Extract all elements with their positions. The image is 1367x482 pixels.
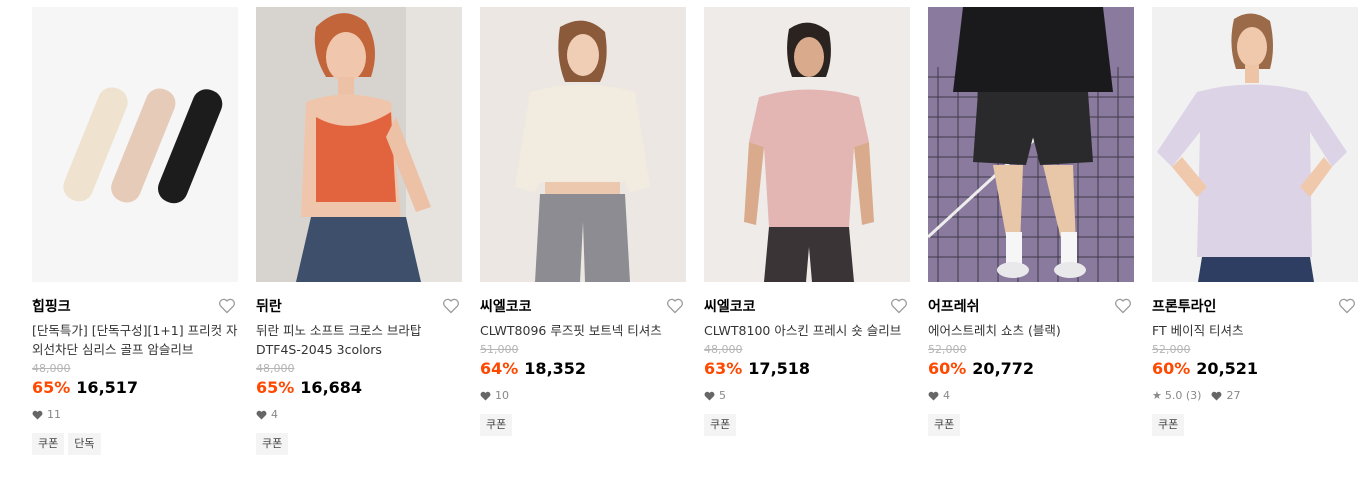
- price-row: 65% 16,517: [32, 377, 238, 399]
- like-heart-icon: [704, 391, 715, 401]
- price-row: 64% 18,352: [480, 358, 686, 380]
- tag-coupon: 쿠폰: [32, 433, 65, 455]
- price-row: 60% 20,521: [1152, 358, 1358, 380]
- brand-name[interactable]: 프론투라인: [1152, 299, 1216, 315]
- wishlist-heart-icon[interactable]: [666, 298, 684, 314]
- review-count: (3): [1185, 389, 1202, 402]
- rating-score: 5.0: [1164, 389, 1183, 402]
- like-heart-icon: [256, 410, 267, 420]
- star-icon: ★: [1152, 389, 1162, 402]
- product-name[interactable]: CLWT8096 루즈핏 보트넥 티셔츠: [480, 321, 686, 340]
- product-name[interactable]: CLWT8100 아스킨 프레시 숏 슬리브: [704, 321, 910, 340]
- product-meta: 5: [704, 388, 910, 404]
- sale-price: 20,521: [1196, 359, 1259, 378]
- product-name[interactable]: [단독특가] [단독구성][1+1] 프리컷 자외선차단 심리스 골프 암슬리브: [32, 321, 238, 359]
- wishlist-heart-icon[interactable]: [442, 298, 460, 314]
- product-name[interactable]: 뒤란 피노 소프트 크로스 브라탑 DTF4S-2045 3colors: [256, 321, 462, 359]
- original-price: 52,000: [928, 343, 967, 356]
- tag-list: 쿠폰: [704, 414, 910, 436]
- discount-rate: 64%: [480, 359, 519, 378]
- like-count: 27: [1226, 389, 1241, 402]
- discount-rate: 63%: [704, 359, 743, 378]
- wishlist-heart-icon[interactable]: [1114, 298, 1132, 314]
- discount-rate: 65%: [256, 378, 295, 397]
- like-count: 4: [271, 408, 278, 421]
- brand-name[interactable]: 씨엘코코: [480, 299, 532, 315]
- product-grid: 힙핑크 [단독특가] [단독구성][1+1] 프리컷 자외선차단 심리스 골프 …: [0, 0, 1367, 482]
- tag-list: 쿠폰: [1152, 414, 1358, 436]
- product-image[interactable]: [704, 7, 910, 282]
- sale-price: 17,518: [748, 359, 811, 378]
- price-row: 65% 16,684: [256, 377, 462, 399]
- tag-coupon: 쿠폰: [1152, 414, 1185, 436]
- product-card[interactable]: 뒤란 뒤란 피노 소프트 크로스 브라탑 DTF4S-2045 3colors …: [256, 7, 462, 455]
- product-image[interactable]: [32, 7, 238, 282]
- brand-name[interactable]: 어프레쉬: [928, 299, 980, 315]
- product-meta: 11: [32, 407, 238, 423]
- discount-rate: 60%: [928, 359, 967, 378]
- product-card[interactable]: 힙핑크 [단독특가] [단독구성][1+1] 프리컷 자외선차단 심리스 골프 …: [32, 7, 238, 455]
- original-price: 48,000: [704, 343, 743, 356]
- product-card[interactable]: 씨엘코코 CLWT8100 아스킨 프레시 숏 슬리브 48,000 63% 17…: [704, 7, 910, 436]
- brand-name[interactable]: 뒤란: [256, 299, 282, 315]
- tag-list: 쿠폰: [928, 414, 1134, 436]
- tag-coupon: 쿠폰: [928, 414, 961, 436]
- sale-price: 20,772: [972, 359, 1035, 378]
- sale-price: 16,517: [76, 378, 139, 397]
- wishlist-heart-icon[interactable]: [890, 298, 908, 314]
- brand-name[interactable]: 씨엘코코: [704, 299, 756, 315]
- tag-coupon: 쿠폰: [704, 414, 737, 436]
- like-count: 11: [47, 408, 61, 421]
- product-meta: 4: [256, 407, 462, 423]
- product-image[interactable]: [1152, 7, 1358, 282]
- tag-coupon: 쿠폰: [256, 433, 289, 455]
- original-price: 51,000: [480, 343, 519, 356]
- original-price: 48,000: [32, 362, 71, 375]
- product-meta: 10: [480, 388, 686, 404]
- tag-list: 쿠폰: [480, 414, 686, 436]
- sale-price: 16,684: [300, 378, 363, 397]
- price-row: 60% 20,772: [928, 358, 1134, 380]
- product-image[interactable]: [256, 7, 462, 282]
- wishlist-heart-icon[interactable]: [218, 298, 236, 314]
- like-count: 5: [719, 389, 726, 402]
- tag-coupon: 쿠폰: [480, 414, 513, 436]
- like-heart-icon: [480, 391, 491, 401]
- tag-list: 쿠폰 단독: [32, 433, 238, 455]
- product-meta: 4: [928, 388, 1134, 404]
- sale-price: 18,352: [524, 359, 587, 378]
- product-name[interactable]: FT 베이직 티셔츠: [1152, 321, 1358, 340]
- product-card[interactable]: 프론투라인 FT 베이직 티셔츠 52,000 60% 20,521 ★ 5.0 …: [1152, 7, 1358, 436]
- product-image[interactable]: [480, 7, 686, 282]
- like-heart-icon: [928, 391, 939, 401]
- like-count: 10: [495, 389, 509, 402]
- wishlist-heart-icon[interactable]: [1338, 298, 1356, 314]
- tag-exclusive: 단독: [68, 433, 101, 455]
- tag-list: 쿠폰: [256, 433, 462, 455]
- original-price: 52,000: [1152, 343, 1191, 356]
- product-name[interactable]: 에어스트레치 쇼츠 (블랙): [928, 321, 1134, 340]
- discount-rate: 60%: [1152, 359, 1191, 378]
- discount-rate: 65%: [32, 378, 71, 397]
- price-row: 63% 17,518: [704, 358, 910, 380]
- product-meta: ★ 5.0 (3) 27: [1152, 388, 1358, 404]
- product-card[interactable]: 씨엘코코 CLWT8096 루즈핏 보트넥 티셔츠 51,000 64% 18,3…: [480, 7, 686, 436]
- like-count: 4: [943, 389, 950, 402]
- brand-name[interactable]: 힙핑크: [32, 299, 71, 315]
- product-image[interactable]: [928, 7, 1134, 282]
- product-card[interactable]: 어프레쉬 에어스트레치 쇼츠 (블랙) 52,000 60% 20,772 4 쿠…: [928, 7, 1134, 436]
- like-heart-icon: [1212, 391, 1222, 401]
- like-heart-icon: [32, 410, 43, 420]
- original-price: 48,000: [256, 362, 295, 375]
